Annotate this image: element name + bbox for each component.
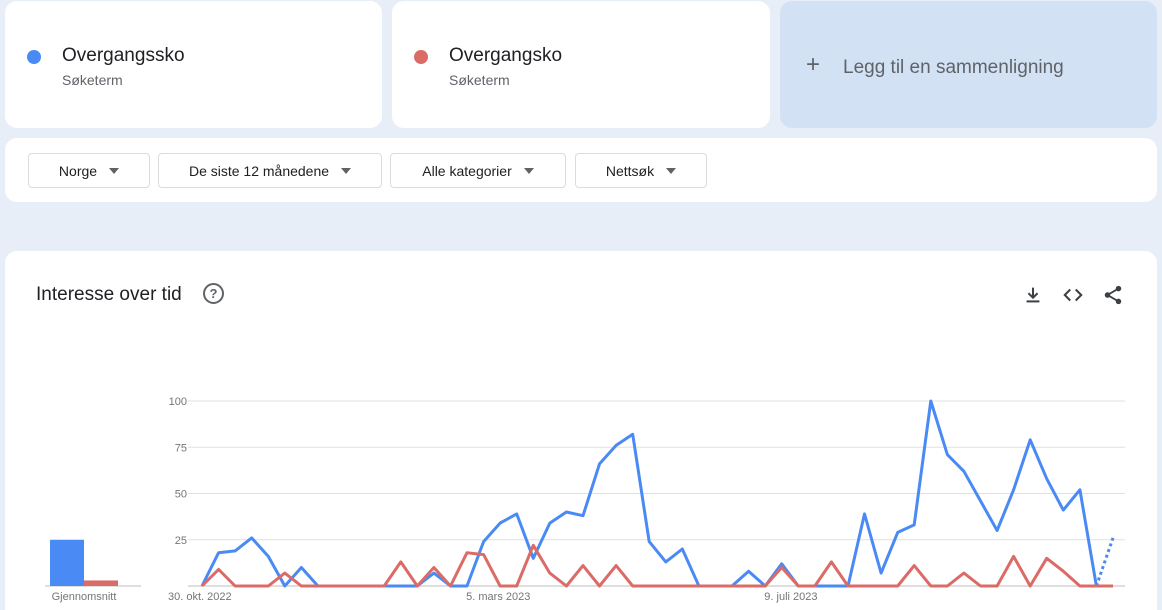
add-comparison-button[interactable]: + Legg til en sammenligning	[780, 1, 1157, 128]
caret-down-icon	[666, 167, 677, 174]
filter-label: De siste 12 månedene	[188, 162, 330, 179]
average-label: Gjennomsnitt	[52, 591, 117, 603]
y-tick-label: 25	[175, 535, 187, 547]
y-tick-label: 50	[175, 489, 187, 501]
y-axis-ticks: 25 50 75 100	[169, 396, 187, 547]
term-name[interactable]: Overgangssko	[62, 45, 185, 67]
average-bar	[50, 539, 84, 586]
filter-region-dropdown[interactable]: Norge	[28, 153, 150, 188]
filter-bar: Norge De siste 12 månedene Alle kategori…	[5, 138, 1157, 202]
caret-down-icon	[523, 167, 534, 174]
y-tick-label: 75	[175, 442, 187, 454]
term-name[interactable]: Overgangsko	[449, 45, 562, 67]
filter-label: Nettsøk	[605, 162, 655, 179]
series-color-dot	[27, 50, 41, 64]
term-type: Søketerm	[62, 72, 123, 88]
filter-label: Norge	[58, 162, 98, 179]
filter-search-type-dropdown[interactable]: Nettsøk	[575, 153, 707, 188]
filter-time-dropdown[interactable]: De siste 12 månedene	[158, 153, 382, 188]
add-comparison-label: Legg til en sammenligning	[843, 57, 1064, 78]
filter-label: Alle kategorier	[422, 162, 512, 179]
caret-down-icon	[109, 167, 120, 174]
interest-chart: 25 50 75 100 Gjennomsnitt 30. okt. 2022 5. m…	[45, 396, 1125, 603]
average-bars: Gjennomsnitt	[50, 539, 118, 603]
term-card-1[interactable]: Overgangssko Søketerm	[5, 1, 382, 128]
grid-lines	[45, 400, 1125, 587]
x-axis-labels: 30. okt. 2022 5. mars 2023 9. juli 2023	[168, 591, 818, 603]
y-tick-label: 100	[169, 396, 187, 408]
x-tick-label: 5. mars 2023	[466, 591, 530, 603]
term-type: Søketerm	[449, 72, 510, 88]
plus-icon: +	[806, 51, 821, 78]
caret-down-icon	[341, 167, 352, 174]
term-card-2[interactable]: Overgangsko Søketerm	[392, 1, 770, 128]
average-bar	[84, 580, 118, 586]
series-partial-segment	[1095, 537, 1115, 587]
x-tick-label: 30. okt. 2022	[168, 591, 232, 603]
interest-over-time-card: Interesse over tid ? 25 50 75 100 Gjennomsn…	[5, 251, 1157, 610]
filter-category-dropdown[interactable]: Alle kategorier	[390, 153, 566, 188]
series-color-dot	[414, 50, 428, 64]
x-tick-label: 9. juli 2023	[764, 591, 817, 603]
